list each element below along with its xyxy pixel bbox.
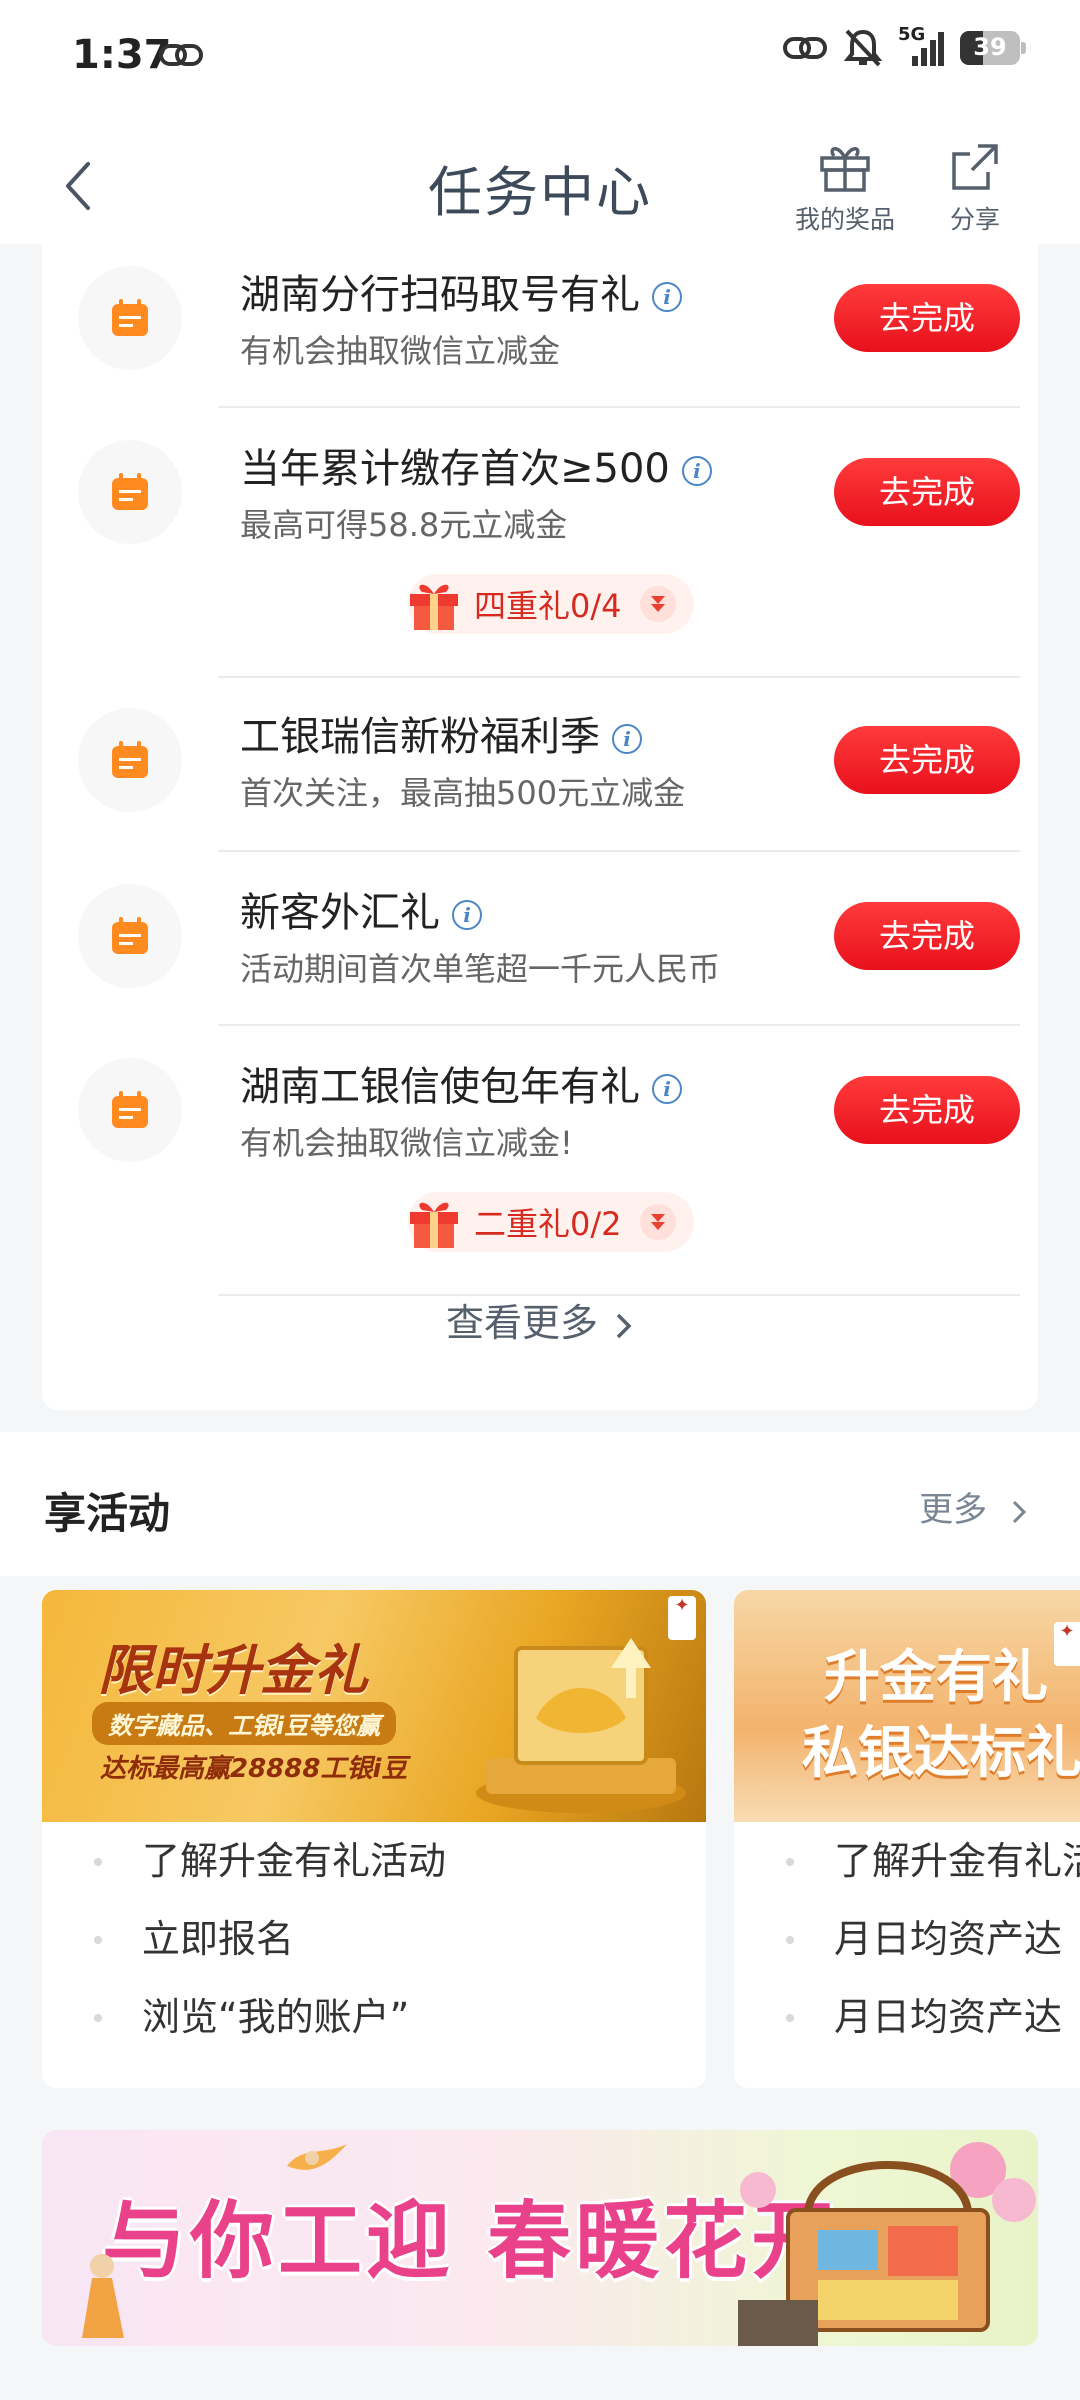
activity-card[interactable]: 限时升金礼 数字藏品、工银i豆等您赢 达标最高赢28888工银i豆 ✦ 了解升金… [42,1590,706,2088]
task-name: 当年累计缴存首次≥500 i [240,436,712,494]
link-icon [783,37,827,59]
gift-box-icon [410,1202,458,1248]
share-icon [952,144,998,190]
task-name: 工银瑞信新粉福利季 i [240,704,642,762]
activity-step: 月日均资产达 [734,1900,1080,1978]
figure-illustration [82,2254,124,2338]
activity-banner[interactable]: 限时升金礼 数字藏品、工银i豆等您赢 达标最高赢28888工银i豆 ✦ [42,1590,706,1822]
banner-title: 升金有礼 [824,1645,1048,1710]
task-name: 湖南分行扫码取号有礼 i [240,262,682,320]
status-bar: 1:37 5G 39 [0,0,1080,118]
task-name: 湖南工银信使包年有礼 i [240,1054,682,1112]
more-label: 更多 [919,1490,988,1530]
status-icons: 5G 39 [782,24,1026,68]
activity-card[interactable]: 升金有礼 私银达标礼 ✦ 了解升金有礼活 月日均资产达 月日均资产达 [734,1590,1080,2088]
signal-icon: 5G [898,24,944,68]
expand-icon [639,586,676,622]
activity-step: 浏览“我的账户” [42,1978,706,2056]
task-icon-wrap [78,440,182,544]
badge-icon: ✦ [1054,1622,1080,1666]
nav-header: 任务中心 我的奖品 分享 [0,118,1080,244]
status-time: 1:37 [72,32,172,78]
activity-step: 了解升金有礼活动 [42,1822,706,1900]
activity-steps: 了解升金有礼活 月日均资产达 月日均资产达 [734,1822,1080,2056]
share-button[interactable]: 分享 [930,140,1020,236]
banner-title: 私银达标礼 [802,1721,1080,1786]
info-icon[interactable]: i [452,900,482,930]
task-desc: 首次关注，最高抽500元立减金 [240,774,686,812]
task-desc: 最高可得58.8元立减金 [240,506,568,544]
task-item: 新客外汇礼 i 活动期间首次单笔超一千元人民币 去完成 [42,852,1038,1026]
activity-step: 立即报名 [42,1900,706,1978]
section-title: 享活动 [44,1489,171,1538]
calendar-icon [112,917,148,954]
task-item: 工银瑞信新粉福利季 i 首次关注，最高抽500元立减金 去完成 [42,678,1038,850]
task-name: 新客外汇礼 i [240,880,482,938]
page-title: 任务中心 [428,161,652,224]
info-icon[interactable]: i [652,282,682,312]
view-more-link[interactable]: 查看更多 [42,1292,1038,1347]
reward-text: 二重礼0/2 [474,1205,622,1243]
activity-step-label: 立即报名 [142,1917,295,1961]
info-icon[interactable]: i [612,724,642,754]
chevron-right-icon [616,1313,632,1338]
task-desc: 有机会抽取微信立减金 [240,332,561,370]
link-icon [159,44,203,66]
task-item: 当年累计缴存首次≥500 i 最高可得58.8元立减金 去完成 四重礼0/4 [42,408,1038,674]
go-complete-button[interactable]: 去完成 [834,902,1020,970]
reward-badge[interactable]: 四重礼0/4 [408,574,694,634]
expand-icon [639,1204,676,1240]
gift-icon [820,147,870,192]
go-complete-button[interactable]: 去完成 [834,284,1020,352]
share-label: 分享 [949,205,1000,234]
mute-icon [844,29,882,67]
flying-fairy-illustration [287,2144,347,2170]
activity-step-label: 月日均资产达 [834,1917,1063,1961]
calendar-icon [112,741,148,778]
my-prizes-label: 我的奖品 [794,205,895,234]
task-item: 湖南工银信使包年有礼 i 有机会抽取微信立减金! 去完成 二重礼0/2 [42,1026,1038,1290]
calendar-icon [112,299,148,336]
task-icon-wrap [78,1058,182,1162]
info-icon[interactable]: i [681,456,712,486]
gift-box-icon [410,584,458,630]
activity-step: 了解升金有礼活 [734,1822,1080,1900]
activity-step-label: 月日均资产达 [834,1995,1063,2039]
activity-step-label: 浏览“我的账户” [142,1995,410,2039]
go-complete-button[interactable]: 去完成 [834,458,1020,526]
badge-icon: ✦ [668,1596,696,1640]
battery-icon: 39 [960,31,1026,65]
reward-text: 四重礼0/4 [474,587,622,625]
activity-banner[interactable]: 升金有礼 私银达标礼 ✦ [734,1590,1080,1822]
activities-section-header: 享活动 更多 [0,1432,1080,1576]
activity-step: 月日均资产达 [734,1978,1080,2056]
go-complete-button[interactable]: 去完成 [834,1076,1020,1144]
more-activities-link[interactable]: 更多 [919,1482,1028,1531]
task-list-card: 湖南分行扫码取号有礼 i 有机会抽取微信立减金 去完成 当年累计缴存首次≥500 i… [42,244,1038,1410]
task-icon-wrap [78,884,182,988]
task-icon-wrap [78,708,182,812]
my-prizes-button[interactable]: 我的奖品 [790,140,900,236]
banner-subtitle: 达标最高赢28888工银i豆 [100,1754,408,1784]
task-desc: 活动期间首次单笔超一千元人民币 [240,950,721,988]
task-icon-wrap [78,266,182,370]
activity-steps: 了解升金有礼活动 立即报名 浏览“我的账户” [42,1822,706,2056]
task-desc: 有机会抽取微信立减金! [240,1124,573,1162]
go-complete-button[interactable]: 去完成 [834,726,1020,794]
activity-step-label: 了解升金有礼活 [834,1839,1080,1883]
calendar-icon [112,1091,148,1128]
banner-subtitle: 数字藏品、工银i豆等您赢 [92,1702,397,1745]
shop-basket-illustration [738,2142,1036,2346]
activity-step-label: 了解升金有礼活动 [142,1839,447,1883]
banner-title: 限时升金礼 [98,1639,368,1702]
task-item: 湖南分行扫码取号有礼 i 有机会抽取微信立减金 去完成 [42,244,1038,404]
chevron-right-icon [1012,1500,1027,1523]
calendar-icon [112,473,148,510]
battery-level: 39 [973,33,1007,61]
info-icon[interactable]: i [652,1074,682,1104]
view-more-label: 查看更多 [445,1301,598,1345]
gold-gift-illustration [476,1638,686,1813]
spring-promo-banner[interactable]: 与你工迎 春暖花开 [42,2130,1038,2346]
reward-badge[interactable]: 二重礼0/2 [408,1192,694,1252]
